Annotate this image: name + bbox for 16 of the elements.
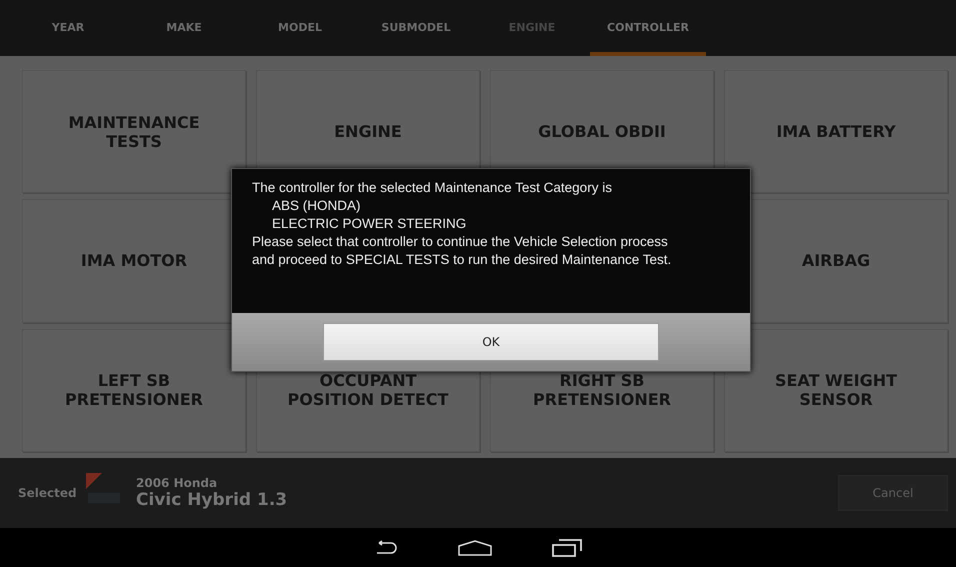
vehicle-year-make: 2006 Honda [136, 476, 218, 490]
category-tile[interactable]: LEFT SB PRETENSIONER [22, 328, 246, 452]
ok-button[interactable]: OK [323, 323, 659, 361]
tab[interactable]: MODEL [242, 0, 358, 56]
back-icon[interactable] [374, 540, 398, 556]
category-tile[interactable]: IMA BATTERY [724, 70, 948, 194]
tab[interactable]: YEAR [10, 0, 126, 56]
category-tile[interactable]: SEAT WEIGHT SENSOR [724, 328, 948, 452]
vehicle-model: Civic Hybrid 1.3 [136, 490, 288, 510]
home-icon[interactable] [458, 540, 492, 556]
category-tile[interactable]: MAINTENANCE TESTS [22, 70, 246, 194]
selected-label: Selected [18, 486, 78, 500]
cancel-button[interactable]: Cancel [838, 475, 948, 511]
tab[interactable]: MAKE [126, 0, 242, 56]
recent-apps-icon[interactable] [552, 538, 582, 556]
tab[interactable]: SUBMODEL [358, 0, 474, 56]
